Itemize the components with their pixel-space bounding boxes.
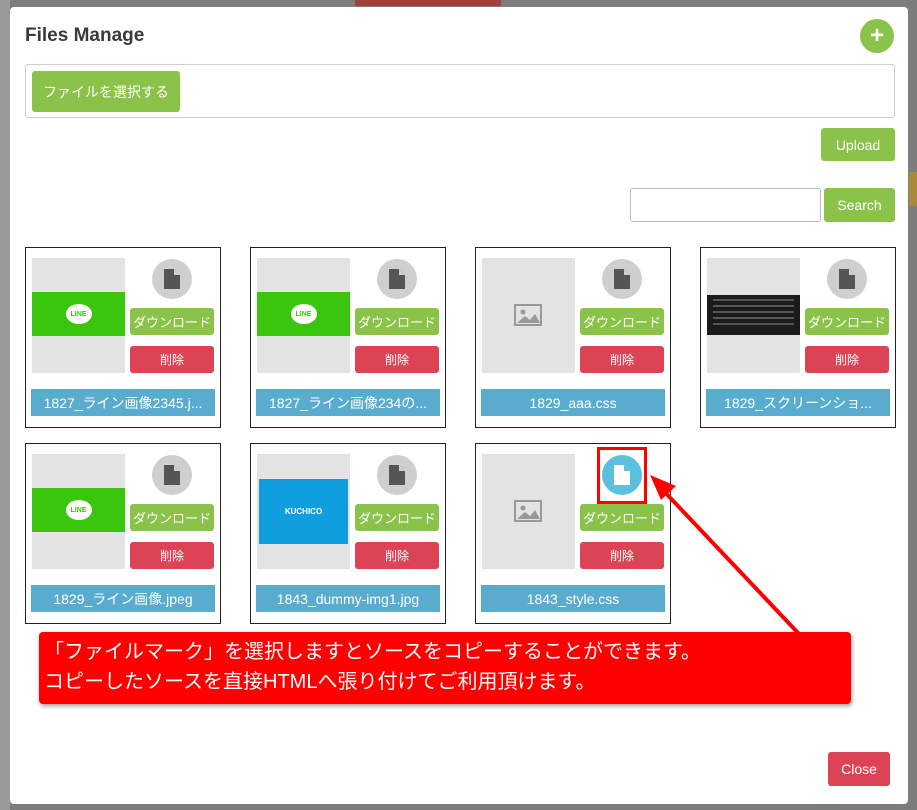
file-card: LINE ダウンロード 削除 1827_ライン画像234の... [250,247,446,428]
file-thumbnail: KUCHICO [257,454,350,569]
close-button[interactable]: Close [828,752,890,786]
file-select-area: ファイルを選択する [25,64,895,118]
highlight-box [597,447,647,504]
download-button[interactable]: ダウンロード [580,504,664,531]
delete-button[interactable]: 削除 [805,346,889,373]
background-header-bar [355,0,501,6]
file-thumbnail [482,454,575,569]
file-card: ダウンロード 削除 1829_スクリーンショ... [700,247,896,428]
delete-button[interactable]: 削除 [355,542,439,569]
image-placeholder-icon [514,500,542,527]
screenshot-thumbnail [707,295,800,335]
file-copy-icon[interactable] [377,455,417,495]
image-placeholder-icon [514,304,542,331]
delete-button[interactable]: 削除 [355,346,439,373]
choose-file-button[interactable]: ファイルを選択する [32,71,180,112]
file-copy-icon[interactable] [827,259,867,299]
kuchico-logo-image: KUCHICO [259,479,348,544]
line-logo-image: LINE [32,488,125,532]
line-logo-text: LINE [290,304,317,324]
file-thumbnail: LINE [32,258,125,373]
file-copy-icon[interactable] [152,259,192,299]
file-copy-icon[interactable] [377,259,417,299]
line-logo-image: LINE [32,292,125,336]
file-thumbnail [482,258,575,373]
delete-button[interactable]: 削除 [130,542,214,569]
line-logo-text: LINE [65,500,92,520]
search-input[interactable] [630,188,821,222]
download-button[interactable]: ダウンロード [355,308,439,335]
file-copy-icon[interactable] [152,455,192,495]
file-name-label[interactable]: 1829_aaa.css [481,389,665,416]
file-name-label[interactable]: 1843_dummy-img1.jpg [256,585,440,612]
file-name-label[interactable]: 1843_style.css [481,585,665,612]
file-thumbnail: LINE [32,454,125,569]
line-logo-image: LINE [257,292,350,336]
file-name-label[interactable]: 1827_ライン画像2345.j... [31,389,215,416]
background-page [0,0,10,810]
callout-annotation: 「ファイルマーク」を選択しますとソースをコピーすることができます。 コピーしたソ… [39,632,851,704]
file-thumbnail: LINE [257,258,350,373]
file-card: KUCHICO ダウンロード 削除 1843_dummy-img1.jpg [250,443,446,624]
file-name-label[interactable]: 1829_スクリーンショ... [706,389,890,416]
modal-title: Files Manage [25,25,145,46]
download-button[interactable]: ダウンロード [805,308,889,335]
file-copy-icon[interactable] [602,259,642,299]
delete-button[interactable]: 削除 [580,542,664,569]
file-card: LINE ダウンロード 削除 1829_ライン画像.jpeg [25,443,221,624]
callout-line-2: コピーしたソースを直接HTMLへ張り付けてご利用頂けます。 [44,671,596,693]
upload-button[interactable]: Upload [821,128,895,161]
line-logo-text: LINE [65,304,92,324]
file-card: ダウンロード 削除 1829_aaa.css [475,247,671,428]
file-thumbnail [707,258,800,373]
file-name-label[interactable]: 1827_ライン画像234の... [256,389,440,416]
background-accent [909,172,917,206]
download-button[interactable]: ダウンロード [355,504,439,531]
download-button[interactable]: ダウンロード [130,308,214,335]
callout-line-1: 「ファイルマーク」を選択しますとソースをコピーすることができます。 [44,641,701,663]
add-button[interactable]: + [860,19,894,53]
file-card: LINE ダウンロード 削除 1827_ライン画像2345.j... [25,247,221,428]
download-button[interactable]: ダウンロード [580,308,664,335]
download-button[interactable]: ダウンロード [130,504,214,531]
file-name-label[interactable]: 1829_ライン画像.jpeg [31,585,215,612]
search-button[interactable]: Search [824,188,895,222]
delete-button[interactable]: 削除 [130,346,214,373]
delete-button[interactable]: 削除 [580,346,664,373]
